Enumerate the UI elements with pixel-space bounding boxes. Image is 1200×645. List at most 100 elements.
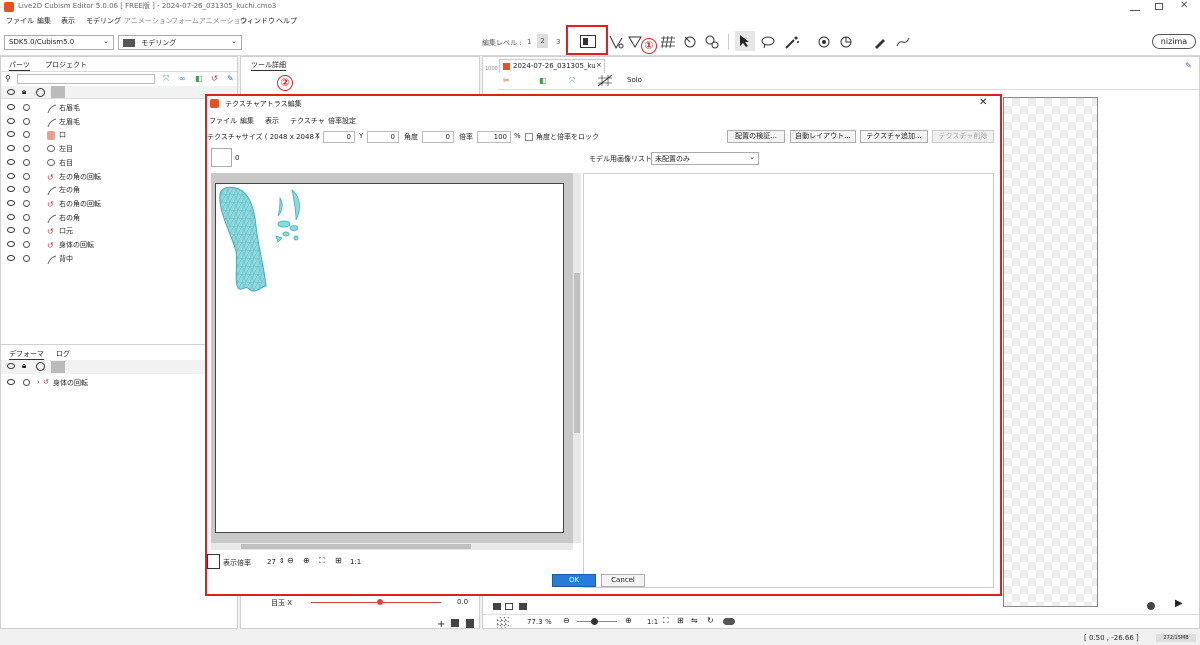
- menu-file[interactable]: ファイル: [6, 16, 34, 26]
- capture-icon[interactable]: [505, 603, 513, 610]
- deformer-row[interactable]: › ↺ 身体の回転: [5, 377, 235, 390]
- menu-modeling[interactable]: モデリング: [86, 16, 121, 26]
- eye-icon[interactable]: [7, 199, 15, 206]
- atlas-horizontal-scroll-thumb[interactable]: [241, 544, 471, 549]
- brush-select-icon[interactable]: [784, 34, 800, 50]
- atlas-texture-canvas[interactable]: [215, 183, 564, 533]
- rotation-deformer-icon[interactable]: [838, 34, 854, 50]
- mesh-edit-icon[interactable]: [608, 34, 624, 50]
- lock-toggle[interactable]: [23, 199, 30, 207]
- solo-label[interactable]: Solo: [627, 76, 642, 84]
- eye-icon[interactable]: [7, 131, 15, 138]
- lock-toggle[interactable]: [23, 158, 30, 166]
- warp-deformer-icon[interactable]: [816, 34, 832, 50]
- toggle-icon[interactable]: [723, 618, 735, 625]
- eye-icon[interactable]: [7, 172, 15, 179]
- ok-button[interactable]: OK: [552, 574, 596, 587]
- part-row[interactable]: 左の角: [5, 184, 235, 197]
- tab-parts[interactable]: パーツ: [9, 60, 30, 71]
- canvas-tab[interactable]: 2024-07-26_031305_ku ×: [499, 59, 605, 73]
- tab-tool-detail[interactable]: ツール詳細: [251, 60, 286, 71]
- part-row[interactable]: 口: [5, 129, 235, 142]
- part-row[interactable]: ↺ 身体の回転: [5, 239, 235, 252]
- copy-icon[interactable]: [451, 619, 459, 627]
- delete-texture-button[interactable]: テクスチャ削除: [932, 130, 994, 143]
- atlas-vertical-scroll-thumb[interactable]: [574, 273, 580, 433]
- part-row[interactable]: 右の角: [5, 212, 235, 225]
- collapse-icon[interactable]: ⤧: [163, 74, 169, 84]
- tab-log[interactable]: ログ: [56, 349, 70, 359]
- edit-level-1[interactable]: 1: [527, 38, 531, 46]
- pin-icon[interactable]: ✎: [1185, 61, 1192, 70]
- close-icon[interactable]: ✕: [1180, 0, 1188, 11]
- menu-view[interactable]: 表示: [61, 16, 75, 26]
- glue-icon[interactable]: [704, 34, 720, 50]
- flip-icon[interactable]: ⇋: [691, 616, 698, 625]
- y-input[interactable]: 0: [367, 131, 399, 143]
- auto-layout-button[interactable]: 自動レイアウト...: [790, 130, 856, 143]
- scale-input[interactable]: 100: [477, 131, 511, 143]
- swap-icon[interactable]: [51, 86, 65, 98]
- canvas-checkerboard[interactable]: [1003, 97, 1098, 607]
- eye-icon[interactable]: [7, 104, 15, 110]
- ratio-button[interactable]: 1:1: [647, 618, 658, 626]
- grid-mesh-icon[interactable]: [660, 34, 676, 50]
- dialog-menu-edit[interactable]: 編集: [240, 116, 254, 126]
- menu-form-animation[interactable]: フォームアニメーション: [171, 16, 248, 26]
- deformer-filter-icon[interactable]: ◧: [195, 74, 203, 83]
- texture-thumbnail-tab[interactable]: [211, 148, 232, 167]
- spinner-icon[interactable]: ⇕: [279, 557, 285, 565]
- lock-toggle[interactable]: [23, 241, 30, 248]
- checker-toggle-icon[interactable]: [497, 617, 509, 628]
- menu-edit[interactable]: 編集: [37, 16, 51, 26]
- atlas-vertical-scrollbar[interactable]: [573, 173, 581, 543]
- center-icon[interactable]: ⊞: [335, 556, 342, 565]
- part-row[interactable]: ↺ 右の角の回転: [5, 198, 235, 211]
- eye-icon[interactable]: [7, 158, 15, 165]
- eye-icon[interactable]: [7, 363, 15, 369]
- select-tool-button[interactable]: [735, 31, 755, 51]
- angle-input[interactable]: 0: [422, 131, 454, 143]
- dialog-menu-file[interactable]: ファイル: [209, 116, 237, 126]
- eye-icon[interactable]: [7, 227, 15, 234]
- camera-icon[interactable]: [493, 603, 501, 610]
- model-image-filter-select[interactable]: 未配置のみ ⌄: [651, 152, 759, 165]
- edit-level-3[interactable]: 3: [556, 38, 560, 46]
- texture-atlas-button[interactable]: [566, 25, 608, 55]
- x-input[interactable]: 0: [323, 131, 355, 143]
- lock-icon[interactable]: 🔒︎: [22, 361, 26, 371]
- curve-icon[interactable]: [895, 34, 911, 50]
- tab-deformer[interactable]: デフォーマ: [9, 349, 44, 360]
- thumbnail-toggle[interactable]: [207, 554, 220, 569]
- play-icon[interactable]: ▶: [1175, 598, 1183, 609]
- dialog-close-icon[interactable]: ✕: [979, 97, 987, 108]
- lock-toggle[interactable]: [23, 172, 30, 180]
- eye-icon[interactable]: [7, 117, 15, 124]
- maximize-icon[interactable]: [1155, 3, 1163, 10]
- eye-icon[interactable]: [7, 145, 15, 152]
- center-icon[interactable]: ⊞: [677, 616, 684, 625]
- sdk-select[interactable]: SDK5.0/Cubism5.0 ⌄: [4, 35, 114, 50]
- zoom-slider-knob[interactable]: [591, 618, 598, 625]
- pin-icon[interactable]: ✎: [227, 74, 234, 83]
- verify-layout-button[interactable]: 配置の検証...: [727, 130, 785, 143]
- lock-toggle[interactable]: [23, 104, 30, 111]
- lock-icon[interactable]: 🔒︎: [22, 87, 26, 97]
- part-row[interactable]: 背中: [5, 253, 235, 266]
- lock-toggle[interactable]: [23, 117, 30, 125]
- param-slider-knob[interactable]: [377, 599, 383, 605]
- rotate-view-icon[interactable]: ↻: [707, 616, 714, 625]
- lasso-icon[interactable]: [760, 34, 776, 50]
- nizima-button[interactable]: nizima: [1152, 34, 1196, 49]
- display-scale-value[interactable]: 27: [267, 558, 276, 566]
- lock-toggle[interactable]: [23, 254, 30, 262]
- model-image-list[interactable]: [583, 173, 994, 588]
- part-row[interactable]: ↺ 口元: [5, 225, 235, 238]
- add-icon[interactable]: +: [437, 619, 445, 630]
- part-row[interactable]: 右目: [5, 157, 235, 170]
- param-row[interactable]: 目玉 X 0.0: [271, 597, 471, 609]
- mode-select[interactable]: モデリング ⌄: [118, 35, 242, 50]
- eye-icon[interactable]: [7, 186, 15, 193]
- lock-toggle[interactable]: [23, 131, 30, 139]
- record-icon[interactable]: [1147, 602, 1155, 610]
